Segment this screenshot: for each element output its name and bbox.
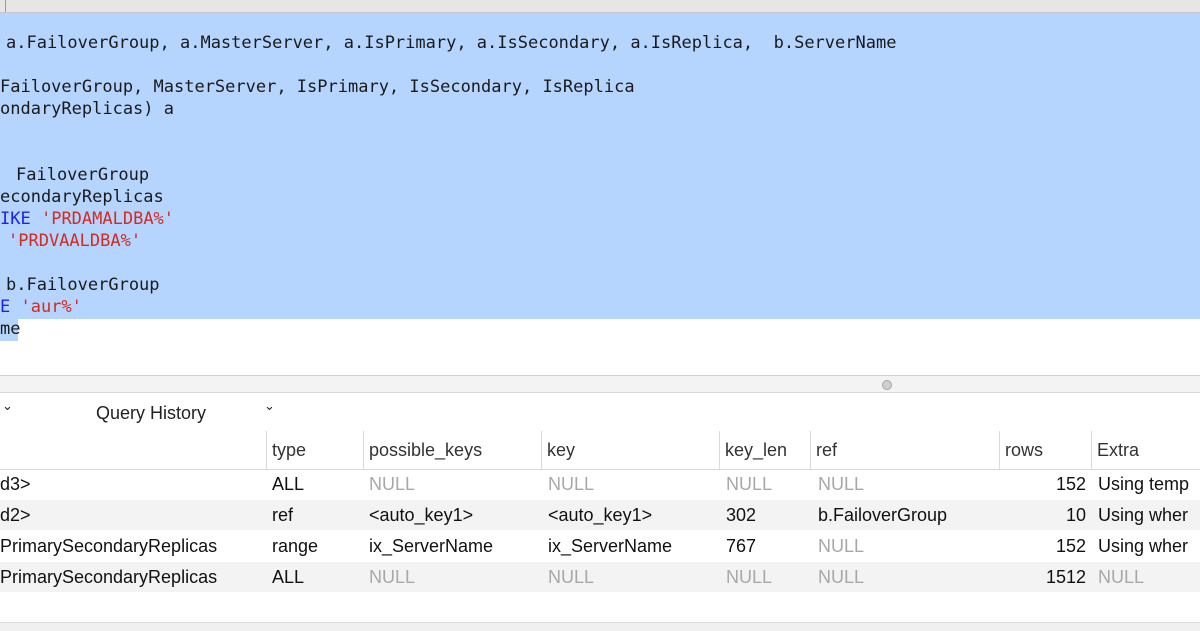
- tab-query-history[interactable]: Query History: [96, 403, 206, 424]
- cell-type: ref: [272, 505, 294, 525]
- cell-key-len: NULL: [726, 567, 773, 587]
- code-line-1[interactable]: a.FailoverGroup, a.MasterServer, a.IsPri…: [6, 32, 896, 54]
- code-line-10[interactable]: 'PRDVAALDBA%': [8, 230, 141, 252]
- sql-keyword: E: [0, 297, 11, 317]
- sql-string: 'aur%': [20, 297, 82, 317]
- column-header-possible-keys[interactable]: possible_keys: [363, 431, 541, 469]
- table-row[interactable]: PrimarySecondaryReplicas range ix_Server…: [0, 531, 1200, 561]
- code-line-7[interactable]: FailoverGroup: [16, 164, 149, 186]
- cell-ref: NULL: [818, 474, 865, 494]
- table-row[interactable]: d3> ALL NULL NULL NULL NULL 152 Using te…: [0, 469, 1200, 499]
- column-header-rows[interactable]: rows: [999, 431, 1087, 469]
- cell-key: NULL: [548, 474, 595, 494]
- cell-key: <auto_key1>: [548, 505, 653, 525]
- code-line-3[interactable]: FailoverGroup, MasterServer, IsPrimary, …: [0, 76, 635, 98]
- cell-key-len: 302: [726, 505, 757, 525]
- code-line-14[interactable]: me: [0, 318, 20, 340]
- code-line-9[interactable]: IKE 'PRDAMALDBA%': [0, 208, 174, 230]
- cell-table: PrimarySecondaryReplicas: [0, 567, 218, 587]
- chevron-down-icon[interactable]: ⌄: [2, 399, 13, 414]
- cell-key: NULL: [548, 567, 595, 587]
- code-line-12[interactable]: b.FailoverGroup: [6, 274, 160, 296]
- cell-key: ix_ServerName: [548, 536, 673, 556]
- column-header-key-len[interactable]: key_len: [719, 431, 811, 469]
- cell-rows: 152: [1055, 474, 1086, 494]
- splitter-handle[interactable]: [882, 380, 892, 390]
- cell-extra: Using wher: [1098, 536, 1189, 556]
- cell-table: d2>: [0, 505, 31, 525]
- divider: [5, 0, 6, 12]
- editor-top-strip: [0, 0, 1200, 13]
- sql-editor[interactable]: a.FailoverGroup, a.MasterServer, a.IsPri…: [0, 0, 1200, 375]
- cell-ref: b.FailoverGroup: [818, 505, 948, 525]
- cell-table: PrimarySecondaryReplicas: [0, 536, 218, 556]
- cell-rows: 152: [1055, 536, 1086, 556]
- cell-possible-keys: ix_ServerName: [369, 536, 494, 556]
- text-selection: [0, 13, 1200, 319]
- code-line-13[interactable]: E 'aur%': [0, 296, 82, 318]
- code-line-8[interactable]: econdaryReplicas: [0, 186, 164, 208]
- table-row[interactable]: d2> ref <auto_key1> <auto_key1> 302 b.Fa…: [0, 500, 1200, 530]
- sql-keyword: IKE: [0, 209, 31, 229]
- cell-rows: 10: [1065, 505, 1086, 525]
- cell-extra: NULL: [1098, 567, 1145, 587]
- cell-ref: NULL: [818, 567, 865, 587]
- code-line-4[interactable]: ondaryReplicas) a: [0, 98, 174, 120]
- cell-possible-keys: <auto_key1>: [369, 505, 474, 525]
- table-header: type possible_keys key key_len ref rows …: [0, 431, 1200, 470]
- cell-rows: 1512: [1045, 567, 1086, 587]
- column-header-key[interactable]: key: [541, 431, 719, 469]
- cell-possible-keys: NULL: [369, 567, 416, 587]
- cell-type: range: [272, 536, 319, 556]
- cell-table: d3>: [0, 474, 31, 494]
- table-row[interactable]: PrimarySecondaryReplicas ALL NULL NULL N…: [0, 562, 1200, 592]
- cell-extra: Using temp: [1098, 474, 1190, 494]
- cell-type: ALL: [272, 474, 305, 494]
- cell-ref: NULL: [818, 536, 865, 556]
- cell-possible-keys: NULL: [369, 474, 416, 494]
- pane-splitter[interactable]: [0, 375, 1200, 393]
- results-tab-bar: ⌄ Query History ⌄: [0, 393, 1200, 431]
- cell-extra: Using wher: [1098, 505, 1189, 525]
- sql-string: 'PRDAMALDBA%': [40, 209, 175, 229]
- column-header-ref[interactable]: ref: [810, 431, 998, 469]
- cell-key-len: 767: [726, 536, 757, 556]
- sql-string: 'PRDVAALDBA%': [8, 231, 142, 251]
- cell-type: ALL: [272, 567, 305, 587]
- column-header-type[interactable]: type: [266, 431, 364, 469]
- chevron-down-icon[interactable]: ⌄: [264, 399, 275, 414]
- column-header-extra[interactable]: Extra: [1091, 431, 1200, 469]
- cell-key-len: NULL: [726, 474, 773, 494]
